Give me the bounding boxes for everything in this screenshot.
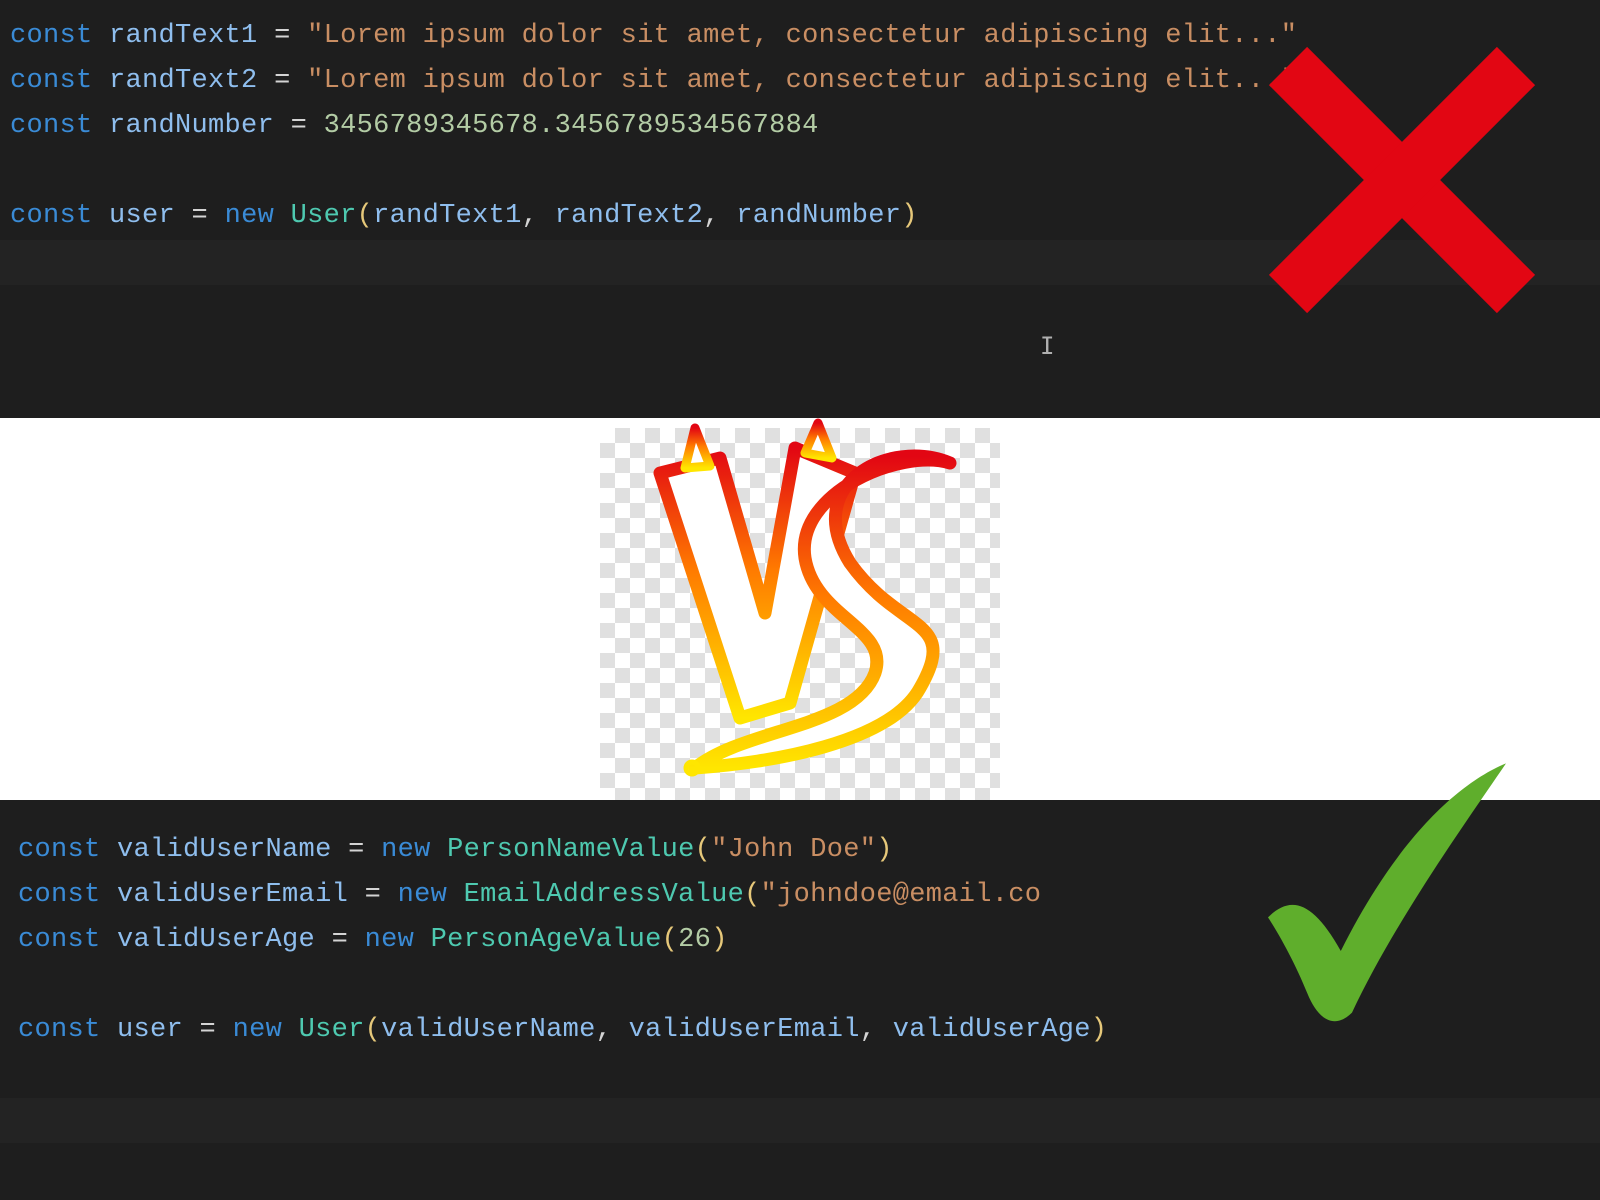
keyword-const: const <box>18 835 101 865</box>
argument: randText1 <box>373 201 522 231</box>
operator-assign: = <box>258 66 308 96</box>
versus-separator <box>0 418 1600 800</box>
operator-assign: = <box>332 835 382 865</box>
identifier: randText1 <box>109 21 258 51</box>
string-literal: "johndoe@email.co <box>761 880 1042 910</box>
keyword-const: const <box>18 925 101 955</box>
argument: validUserAge <box>893 1015 1091 1045</box>
paren-open: ( <box>365 1015 382 1045</box>
paren-open: ( <box>662 925 679 955</box>
keyword-new: new <box>225 201 291 231</box>
check-icon <box>1230 755 1530 1035</box>
keyword-const: const <box>10 111 93 141</box>
code-editor-top: const randText1 = "Lorem ipsum dolor sit… <box>0 0 1600 418</box>
operator-assign: = <box>183 1015 233 1045</box>
paren-close: ) <box>711 925 728 955</box>
keyword-new: new <box>381 835 447 865</box>
comma: , <box>860 1015 893 1045</box>
operator-assign: = <box>348 880 398 910</box>
paren-close: ) <box>1091 1015 1108 1045</box>
code-editor-bottom: const validUserName = new PersonNameValu… <box>0 800 1600 1200</box>
paren-open: ( <box>744 880 761 910</box>
operator-assign: = <box>274 111 324 141</box>
paren-close: ) <box>876 835 893 865</box>
type-name: User <box>299 1015 365 1045</box>
keyword-const: const <box>10 201 93 231</box>
keyword-new: new <box>398 880 464 910</box>
identifier: validUserName <box>117 835 332 865</box>
number-literal: 3456789345678.3456789534567884 <box>324 111 819 141</box>
paren-close: ) <box>901 201 918 231</box>
comma: , <box>522 201 555 231</box>
keyword-const: const <box>18 880 101 910</box>
identifier: validUserEmail <box>117 880 348 910</box>
string-literal: "Lorem ipsum dolor sit amet, consectetur… <box>307 21 1297 51</box>
operator-assign: = <box>315 925 365 955</box>
keyword-const: const <box>10 21 93 51</box>
keyword-new: new <box>365 925 431 955</box>
type-name: PersonAgeValue <box>431 925 662 955</box>
paren-open: ( <box>357 201 374 231</box>
number-literal: 26 <box>678 925 711 955</box>
operator-assign: = <box>258 21 308 51</box>
string-literal: "Lorem ipsum dolor sit amet, consectetur… <box>307 66 1297 96</box>
argument: randText2 <box>555 201 704 231</box>
argument: validUserName <box>381 1015 596 1045</box>
string-literal: "John Doe" <box>711 835 876 865</box>
text-cursor-icon: I <box>1040 332 1054 360</box>
identifier: randText2 <box>109 66 258 96</box>
operator-assign: = <box>175 201 225 231</box>
vs-logo <box>600 418 1000 800</box>
type-name: EmailAddressValue <box>464 880 745 910</box>
paren-open: ( <box>695 835 712 865</box>
identifier: user <box>117 1015 183 1045</box>
keyword-const: const <box>10 66 93 96</box>
current-line-highlight <box>0 1098 1600 1143</box>
type-name: User <box>291 201 357 231</box>
keyword-const: const <box>18 1015 101 1045</box>
keyword-new: new <box>233 1015 299 1045</box>
argument: validUserEmail <box>629 1015 860 1045</box>
identifier: validUserAge <box>117 925 315 955</box>
type-name: PersonNameValue <box>447 835 695 865</box>
comma: , <box>703 201 736 231</box>
identifier: randNumber <box>109 111 274 141</box>
argument: randNumber <box>736 201 901 231</box>
identifier: user <box>109 201 175 231</box>
cross-icon <box>1252 30 1552 330</box>
comma: , <box>596 1015 629 1045</box>
